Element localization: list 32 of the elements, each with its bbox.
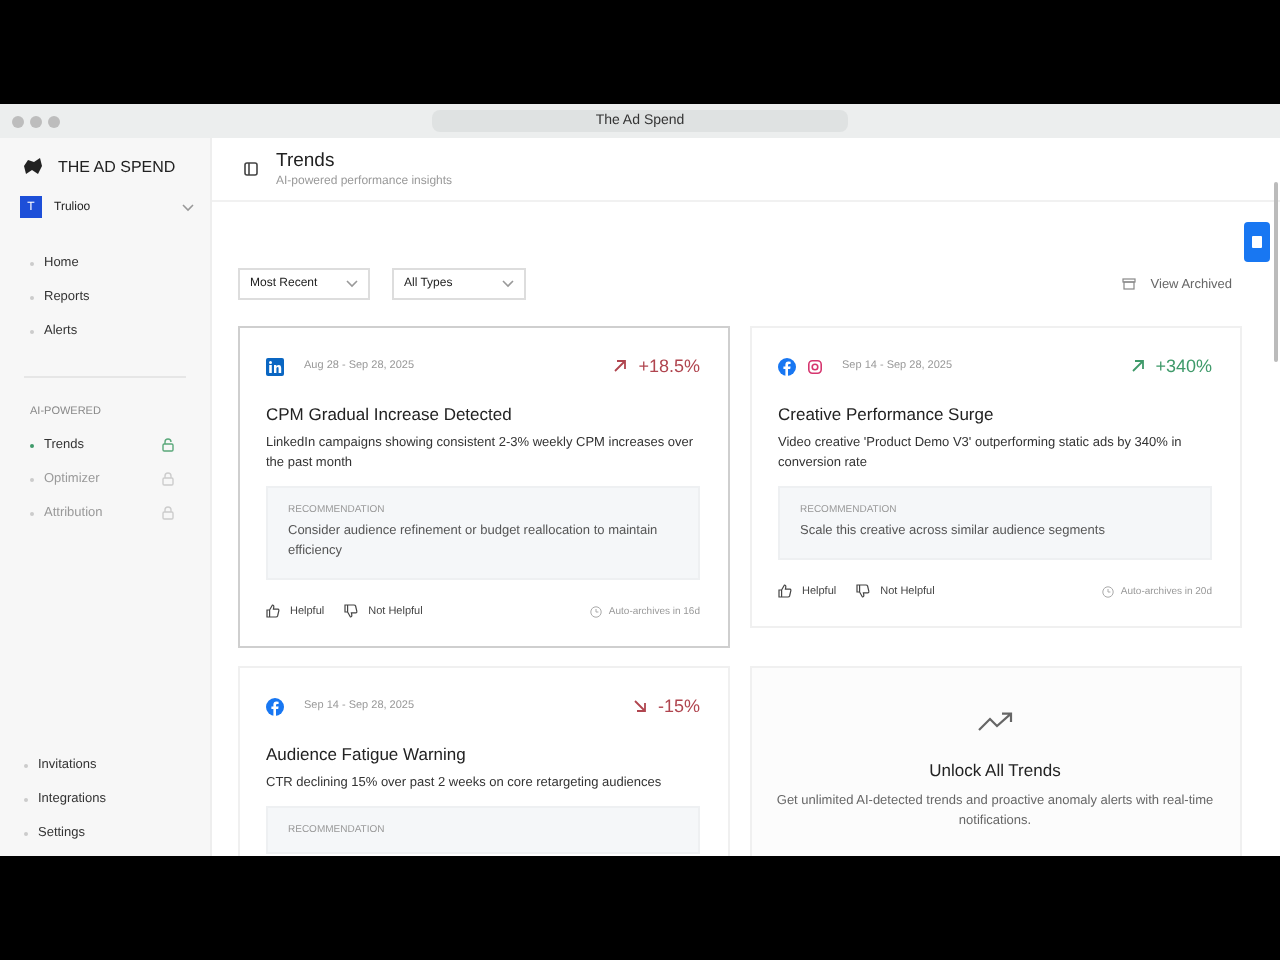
brand-name: THE AD SPEND — [58, 158, 176, 176]
clock-icon — [590, 605, 603, 617]
change-value: +18.5% — [638, 356, 700, 376]
change-value: -15% — [657, 696, 700, 716]
thumbs-up-icon — [778, 584, 792, 598]
change-value: +340% — [1155, 356, 1212, 376]
chevron-icon — [502, 280, 514, 288]
lock-icon — [162, 472, 174, 486]
facebook-icon — [778, 357, 796, 375]
scrollbar[interactable] — [1274, 182, 1278, 362]
sidebar-toggle-icon[interactable] — [244, 162, 258, 176]
panel-button[interactable] — [1244, 222, 1270, 262]
facebook-icon — [266, 697, 284, 715]
archive-icon — [1122, 278, 1137, 290]
unlock-title: Unlock All Trends — [929, 760, 1061, 780]
trending-up-icon — [977, 712, 1013, 732]
thumbs-down-icon — [856, 584, 871, 598]
card-title: Audience Fatigue Warning — [266, 744, 468, 764]
linkedin-icon — [266, 357, 284, 375]
document-icon — [1252, 236, 1262, 248]
chevron-icon — [346, 280, 358, 288]
chevron-icon — [182, 203, 194, 211]
page-title: Trends — [276, 150, 337, 172]
thumbs-up-icon — [266, 604, 280, 618]
thumbs-down-icon — [344, 604, 359, 618]
card-title: Creative Performance Surge — [778, 404, 996, 424]
logo-icon — [22, 158, 44, 176]
instagram-icon — [808, 359, 822, 373]
lock-icon — [162, 506, 174, 520]
clock-icon — [1102, 585, 1115, 597]
card-title: CPM Gradual Increase Detected — [266, 404, 514, 424]
lock-icon — [162, 438, 174, 452]
